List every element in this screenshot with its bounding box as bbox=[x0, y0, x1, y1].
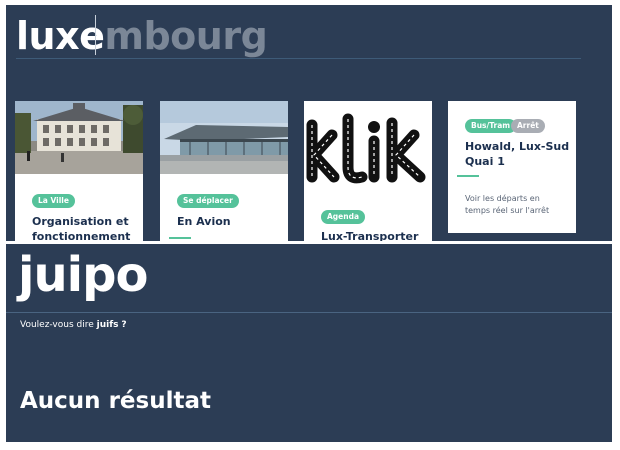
card-title: Organisation et fonctionnement bbox=[32, 215, 131, 241]
suggestion-prefix: Voulez-vous dire bbox=[20, 320, 94, 330]
stop-badge: Arrêt bbox=[511, 119, 545, 133]
result-card-la-ville[interactable]: La Ville Organisation et fonctionnement bbox=[15, 101, 143, 241]
search-typed-text: luxe bbox=[16, 14, 105, 58]
search-input[interactable]: juipo bbox=[18, 244, 148, 310]
klik-logo-image bbox=[306, 113, 426, 184]
search-underline bbox=[16, 58, 581, 59]
city-hall-photo bbox=[15, 101, 143, 174]
search-autocomplete-text: mbourg bbox=[104, 14, 268, 58]
category-badge: Agenda bbox=[321, 210, 366, 224]
search-input[interactable]: luxembourg bbox=[16, 8, 268, 64]
search-panel-bottom: juipo Voulez-vous dire juifs ? Aucun rés… bbox=[6, 244, 612, 442]
card-title: Lux-Transporter bbox=[321, 230, 419, 241]
bus-tram-badge: Bus/Tram bbox=[465, 119, 517, 133]
accent-line bbox=[169, 237, 191, 239]
category-badge: Se déplacer bbox=[177, 194, 239, 208]
category-badge: La Ville bbox=[32, 194, 75, 208]
text-caret bbox=[95, 15, 96, 55]
search-panel-top: luxembourg La Ville Organisation et fonc… bbox=[6, 5, 612, 241]
result-card-agenda[interactable]: Agenda Lux-Transporter bbox=[304, 101, 432, 241]
accent-line bbox=[457, 175, 479, 177]
result-card-bus-stop[interactable]: Bus/Tram Arrêt Howald, Lux-Sud Quai 1 Vo… bbox=[448, 101, 576, 233]
suggestion-suffix: ? bbox=[121, 320, 127, 330]
card-description: Voir les départs en temps réel sur l'arr… bbox=[465, 194, 550, 215]
suggestion-link[interactable]: juifs bbox=[97, 320, 119, 330]
did-you-mean: Voulez-vous dire juifs ? bbox=[20, 320, 127, 330]
airport-photo bbox=[160, 101, 288, 174]
card-title: Howald, Lux-Sud Quai 1 bbox=[465, 140, 570, 168]
search-underline bbox=[6, 312, 612, 313]
result-card-se-deplacer[interactable]: Se déplacer En Avion bbox=[160, 101, 288, 241]
card-title: En Avion bbox=[177, 215, 231, 228]
no-result-heading: Aucun résultat bbox=[20, 388, 211, 414]
